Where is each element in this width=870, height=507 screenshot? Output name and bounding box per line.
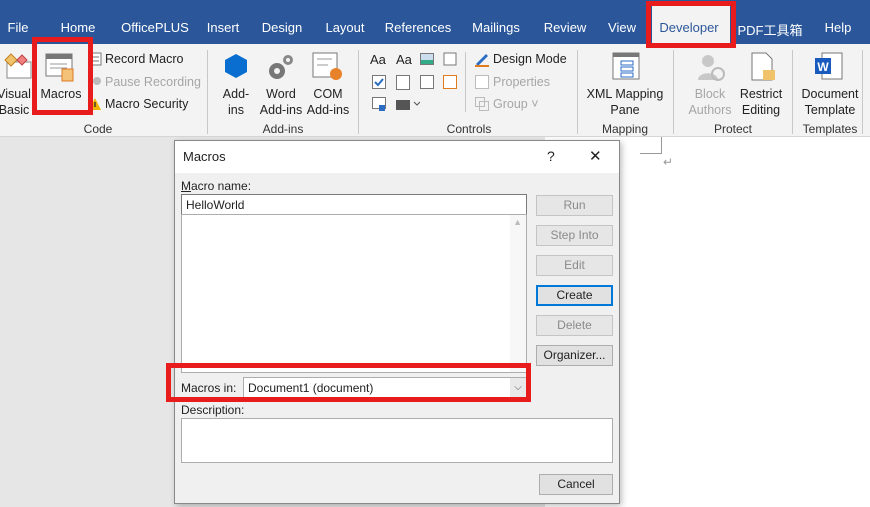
word-addins-button[interactable]: Word Add-ins: [260, 86, 302, 118]
scrollbar[interactable]: [510, 215, 526, 372]
separator: [792, 50, 793, 134]
delete-button[interactable]: Delete: [536, 315, 613, 336]
tab-layout[interactable]: Layout: [325, 20, 364, 35]
com-addins-icon: [312, 52, 342, 80]
group-label-addins: Add-ins: [262, 122, 304, 136]
pause-icon: [93, 77, 101, 85]
block-authors-button[interactable]: Block Authors: [688, 86, 731, 118]
macros-dialog: Macros ? ✕ Macro name: HelloWorld ▲ Run …: [174, 140, 620, 504]
highlight-developer-tab: [646, 1, 736, 48]
description-label: Description:: [181, 403, 245, 417]
word-document-icon: W: [815, 52, 843, 80]
restrict-editing-button[interactable]: Restrict Editing: [740, 86, 782, 118]
tab-help[interactable]: Help: [825, 20, 852, 35]
tab-design[interactable]: Design: [262, 20, 302, 35]
tab-officeplus[interactable]: OfficePLUS: [121, 20, 189, 35]
tab-home[interactable]: Home: [61, 20, 96, 35]
tab-file[interactable]: File: [8, 20, 29, 35]
addins-icon: [225, 54, 247, 78]
highlight-macros-button: [32, 37, 93, 115]
macro-name-input[interactable]: HelloWorld: [181, 194, 527, 215]
close-button[interactable]: ✕: [589, 147, 602, 165]
organizer-button[interactable]: Organizer...: [536, 345, 613, 366]
edit-button[interactable]: Edit: [536, 255, 613, 276]
group-label-controls: Controls: [446, 122, 492, 136]
xml-mapping-icon: [612, 52, 640, 80]
tab-mailings[interactable]: Mailings: [472, 20, 520, 35]
step-into-button[interactable]: Step Into: [536, 225, 613, 246]
dropdown-list-icon[interactable]: [420, 75, 434, 89]
com-addins-button[interactable]: COM Add-ins: [307, 86, 349, 118]
svg-text:W: W: [817, 60, 829, 74]
rich-text-control-icon[interactable]: Aa: [370, 52, 386, 67]
margin-marker: [640, 137, 662, 154]
building-block-icon[interactable]: [443, 52, 457, 66]
macro-list[interactable]: ▲: [181, 214, 527, 373]
macro-name-label: Macro name:: [181, 179, 252, 193]
highlight-macros-in: [166, 363, 531, 402]
group-label-templates: Templates: [802, 122, 858, 136]
description-box: [181, 418, 613, 463]
group-button[interactable]: Group ˅: [493, 97, 539, 111]
separator: [207, 50, 208, 134]
group-label-mapping: Mapping: [601, 122, 649, 136]
record-macro-button[interactable]: Record Macro: [105, 52, 184, 66]
run-button[interactable]: Run: [536, 195, 613, 216]
separator: [862, 50, 863, 134]
picture-control-icon[interactable]: [420, 53, 434, 65]
repeating-section-icon[interactable]: [372, 97, 386, 111]
separator: [673, 50, 674, 134]
tab-review[interactable]: Review: [544, 20, 587, 35]
xml-mapping-pane-button[interactable]: XML Mapping Pane: [587, 86, 664, 118]
separator: [577, 50, 578, 134]
paragraph-mark: ↵: [663, 155, 674, 169]
group-label-protect: Protect: [713, 122, 753, 136]
help-button[interactable]: ?: [547, 148, 555, 164]
tab-references[interactable]: References: [385, 20, 451, 35]
cancel-button[interactable]: Cancel: [539, 474, 613, 495]
properties-icon: [475, 75, 489, 89]
tab-insert[interactable]: Insert: [207, 20, 240, 35]
scroll-up-icon[interactable]: ▲: [513, 217, 522, 227]
checkbox-control-icon[interactable]: [372, 75, 386, 89]
gears-icon: [269, 55, 293, 79]
separator: [358, 50, 359, 134]
design-mode-icon: [475, 54, 489, 67]
combo-box-icon[interactable]: [396, 75, 410, 90]
document-template-button[interactable]: Document Template: [802, 86, 859, 118]
pause-recording-button[interactable]: Pause Recording: [105, 75, 201, 89]
legacy-tools-icon[interactable]: [396, 97, 420, 111]
macro-security-button[interactable]: Macro Security: [105, 97, 188, 111]
dialog-title: Macros: [183, 149, 226, 164]
visual-basic-button[interactable]: Visual Basic: [0, 86, 31, 118]
properties-button[interactable]: Properties: [493, 75, 550, 89]
block-authors-icon: [698, 55, 725, 81]
create-button[interactable]: Create: [536, 285, 613, 306]
group-icon: [475, 97, 489, 111]
plain-text-control-icon[interactable]: Aa: [396, 52, 412, 67]
visual-basic-icon: [4, 53, 32, 79]
separator: [465, 52, 466, 112]
date-picker-icon[interactable]: [443, 75, 457, 89]
tab-view[interactable]: View: [608, 20, 636, 35]
addins-button[interactable]: Add- ins: [223, 86, 249, 118]
design-mode-button[interactable]: Design Mode: [493, 52, 567, 66]
group-label-code: Code: [83, 122, 113, 136]
restrict-editing-icon: [751, 52, 775, 81]
tab-pdf-[interactable]: PDF工具箱: [737, 20, 802, 39]
ribbon: Visual Basic Macros Record Macro Pause R…: [0, 44, 870, 137]
